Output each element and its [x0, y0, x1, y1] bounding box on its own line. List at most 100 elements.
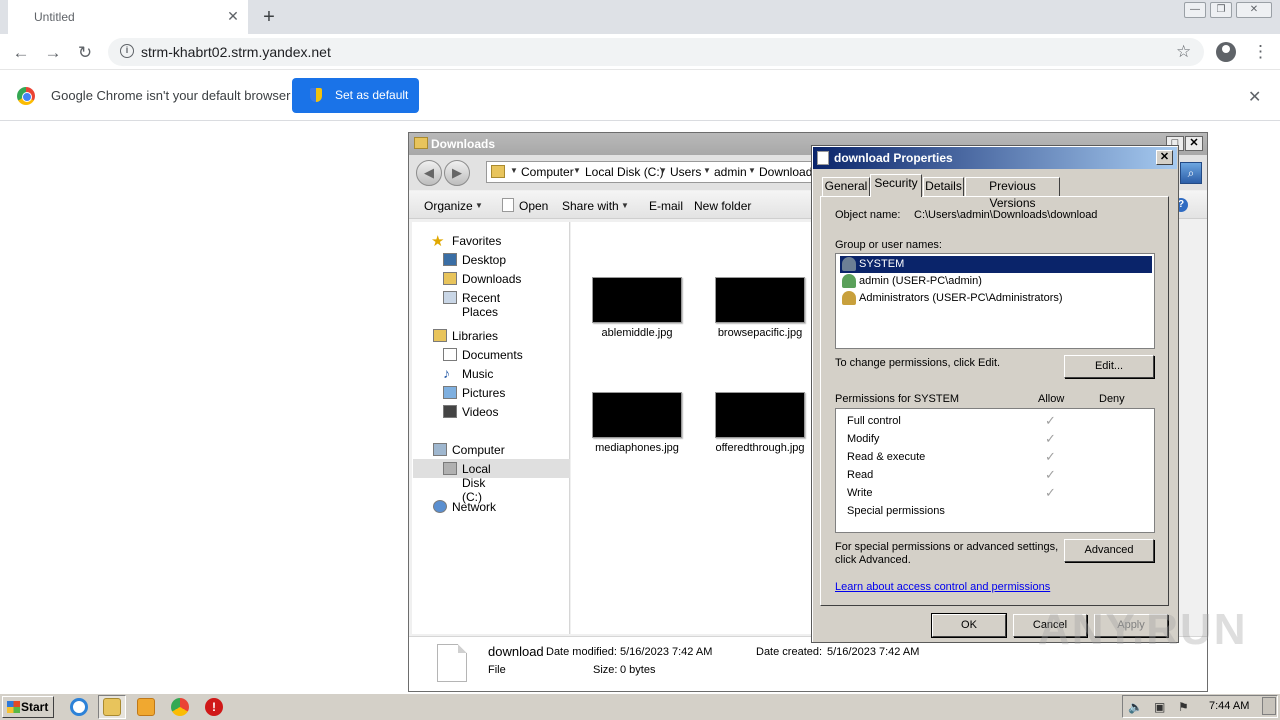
start-button[interactable]: Start — [2, 696, 54, 718]
permissions-for-label: Permissions for SYSTEM — [835, 393, 960, 405]
crumb-arrow-icon[interactable]: ▼ — [659, 166, 667, 175]
crumb-arrow-icon[interactable]: ▼ — [703, 166, 711, 175]
allow-check-icon: ✓ — [1045, 467, 1056, 482]
crumb-users[interactable]: Users — [670, 165, 701, 179]
group-names-label: Group or user names: — [835, 239, 942, 251]
date-created-value: 5/16/2023 7:42 AM — [827, 646, 920, 658]
file-label-offeredthrough[interactable]: offeredthrough.jpg — [699, 442, 821, 454]
new-tab-button[interactable]: + — [258, 6, 280, 28]
explorer-back-icon[interactable]: ◀ — [416, 160, 442, 186]
edit-button[interactable]: Edit... — [1064, 355, 1154, 378]
group-item-administrators[interactable]: Administrators (USER-PC\Administrators) — [840, 290, 1152, 307]
allow-check-icon: ✓ — [1045, 449, 1056, 464]
user-icon — [842, 274, 856, 288]
taskbar — [0, 693, 1280, 720]
network-tray-icon[interactable]: ▣ — [1154, 700, 1165, 714]
organize-dropdown-icon[interactable]: ▼ — [475, 201, 483, 210]
explorer-forward-icon[interactable]: ▶ — [444, 160, 470, 186]
reload-icon[interactable]: ↻ — [74, 42, 96, 64]
restore-button[interactable]: ❐ — [1210, 2, 1232, 18]
minimize-button[interactable]: — — [1184, 2, 1206, 18]
properties-close-button[interactable]: ✕ — [1156, 150, 1173, 165]
click-advanced-text: click Advanced. — [835, 554, 911, 566]
date-created-label: Date created: — [756, 646, 823, 658]
file-icon — [817, 151, 829, 165]
crumb-computer[interactable]: Computer — [521, 165, 574, 179]
share-dropdown-icon[interactable]: ▼ — [621, 201, 629, 210]
thumbnail-ablemiddle[interactable] — [592, 277, 682, 323]
crumb-arrow-icon[interactable]: ▼ — [748, 166, 756, 175]
nav-music-label: Music — [462, 367, 494, 381]
deny-header: Deny — [1099, 393, 1125, 405]
downloads-folder-icon — [443, 272, 457, 285]
learn-access-control-link[interactable]: Learn about access control and permissio… — [835, 581, 1050, 593]
new-folder-button[interactable]: New folder — [694, 199, 751, 213]
desktop-icon — [443, 253, 457, 266]
file-label-ablemiddle[interactable]: ablemiddle.jpg — [576, 327, 698, 339]
thumbnail-mediaphones[interactable] — [592, 392, 682, 438]
nav-local-disk-label: Local Disk (C:) — [462, 462, 491, 504]
crumb-downloads[interactable]: Downloads — [759, 165, 818, 179]
internet-explorer-icon[interactable] — [70, 698, 88, 716]
perm-special: Special permissions — [847, 505, 945, 517]
documents-icon — [443, 348, 457, 361]
set-as-default-label: Set as default — [335, 88, 409, 102]
crumb-local-disk[interactable]: Local Disk (C:) — [585, 165, 664, 179]
back-icon[interactable]: ← — [10, 42, 32, 64]
thumbnail-offeredthrough[interactable] — [715, 392, 805, 438]
tab-security[interactable]: Security — [870, 174, 922, 197]
explorer-close-button[interactable]: ✕ — [1185, 136, 1203, 151]
menu-kebab-icon[interactable]: ⋮ — [1252, 42, 1269, 62]
volume-icon[interactable]: 🔈 — [1128, 700, 1143, 714]
object-name-value: C:\Users\admin\Downloads\download — [914, 209, 1098, 221]
address-url[interactable]: strm-khabrt02.strm.yandex.net — [141, 44, 331, 60]
drive-icon — [443, 462, 457, 475]
thumbnail-browsepacific[interactable] — [715, 277, 805, 323]
forward-icon[interactable]: → — [42, 42, 64, 64]
crumb-admin[interactable]: admin — [714, 165, 747, 179]
tab-general[interactable]: General — [822, 177, 870, 196]
taskbar-clock[interactable]: 7:44 AM — [1209, 700, 1249, 712]
crumb-arrow-icon[interactable]: ▼ — [573, 166, 581, 175]
uac-shield-icon — [310, 88, 322, 102]
set-as-default-button[interactable]: Set as default — [292, 78, 419, 113]
organize-button[interactable]: Organize — [424, 199, 473, 213]
close-window-button[interactable]: ✕ — [1236, 2, 1272, 18]
file-label-mediaphones[interactable]: mediaphones.jpg — [576, 442, 698, 454]
nav-documents-label: Documents — [462, 348, 523, 362]
infobar-close-icon[interactable]: ✕ — [1248, 87, 1261, 107]
site-info-icon[interactable]: i — [120, 44, 134, 58]
profile-avatar-icon[interactable] — [1216, 42, 1236, 62]
address-folder-icon — [491, 165, 505, 178]
perm-read: Read — [847, 469, 874, 481]
action-center-flag-icon[interactable]: ⚑ — [1178, 700, 1189, 714]
size-label: Size: — [593, 664, 618, 676]
tab-close-icon[interactable]: ✕ — [224, 7, 242, 25]
crumb-arrow-icon[interactable]: ▼ — [510, 166, 518, 175]
start-label: Start — [21, 700, 49, 714]
group-item-label: admin (USER-PC\admin) — [859, 275, 982, 287]
perm-read-execute: Read & execute — [847, 451, 926, 463]
tab-details[interactable]: Details — [923, 177, 964, 196]
file-label-browsepacific[interactable]: browsepacific.jpg — [699, 327, 821, 339]
email-button[interactable]: E-mail — [649, 199, 683, 213]
alert-icon[interactable]: ! — [205, 698, 223, 716]
open-button[interactable]: Open — [519, 199, 548, 213]
explorer-folder-icon[interactable] — [103, 698, 121, 716]
group-item-system[interactable]: SYSTEM — [840, 256, 1152, 273]
open-file-icon[interactable] — [502, 198, 514, 212]
bookmark-star-icon[interactable]: ☆ — [1176, 42, 1191, 62]
show-desktop-button[interactable] — [1262, 697, 1276, 715]
folder-icon — [414, 137, 428, 149]
chrome-taskbar-icon[interactable] — [171, 698, 189, 716]
group-item-admin[interactable]: admin (USER-PC\admin) — [840, 273, 1152, 290]
search-icon[interactable]: ⌕ — [1180, 162, 1202, 184]
advanced-button[interactable]: Advanced — [1064, 539, 1154, 562]
details-file-name: download — [488, 644, 544, 659]
ok-button[interactable]: OK — [931, 613, 1007, 638]
tab-previous-versions[interactable]: Previous Versions — [965, 177, 1060, 210]
network-icon — [433, 500, 447, 513]
media-player-icon[interactable] — [137, 698, 155, 716]
share-with-button[interactable]: Share with — [562, 199, 619, 213]
nav-favorites-label: Favorites — [452, 234, 502, 248]
